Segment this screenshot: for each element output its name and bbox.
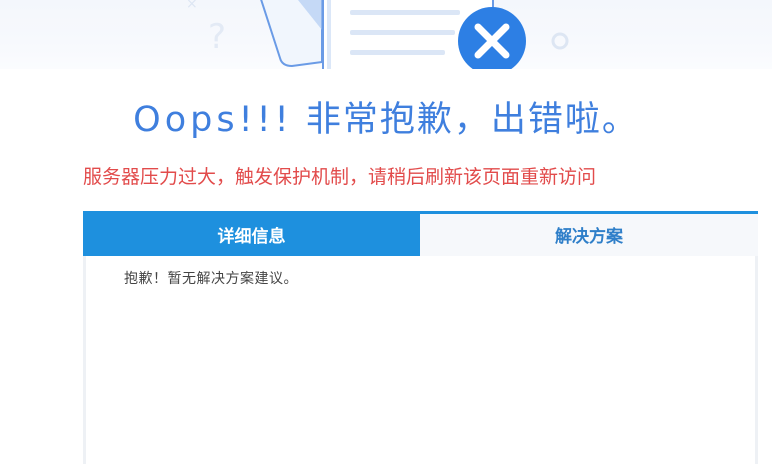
svg-text:?: ? [208, 17, 226, 57]
page-title-cjk: 非常抱歉，出错啦。 [305, 100, 639, 140]
tab-content-text: 抱歉！暂无解决方案建议。 [124, 271, 298, 287]
svg-text:×: × [186, 0, 198, 12]
error-message: 服务器压力过大，触发保护机制，请稍后刷新该页面重新访问 [83, 166, 597, 188]
tab-solution[interactable]: 解决方案 [420, 214, 758, 256]
error-document-illustration: × ? [186, 0, 569, 69]
tab-details[interactable]: 详细信息 [83, 214, 420, 256]
tab-panel: 详细信息 解决方案 抱歉！暂无解决方案建议。 [83, 211, 758, 464]
tab-content: 抱歉！暂无解决方案建议。 [83, 256, 758, 464]
error-illustration-banner: × ? [0, 0, 772, 69]
error-page: × ? Oops!!! 非常抱歉，出错啦。 服务器压力过大，触发保护机制，请稍后… [0, 0, 772, 464]
tab-bar: 详细信息 解决方案 [83, 211, 758, 256]
page-title: Oops!!! 非常抱歉，出错啦。 [0, 98, 772, 142]
page-title-latin: Oops!!! [133, 100, 293, 140]
